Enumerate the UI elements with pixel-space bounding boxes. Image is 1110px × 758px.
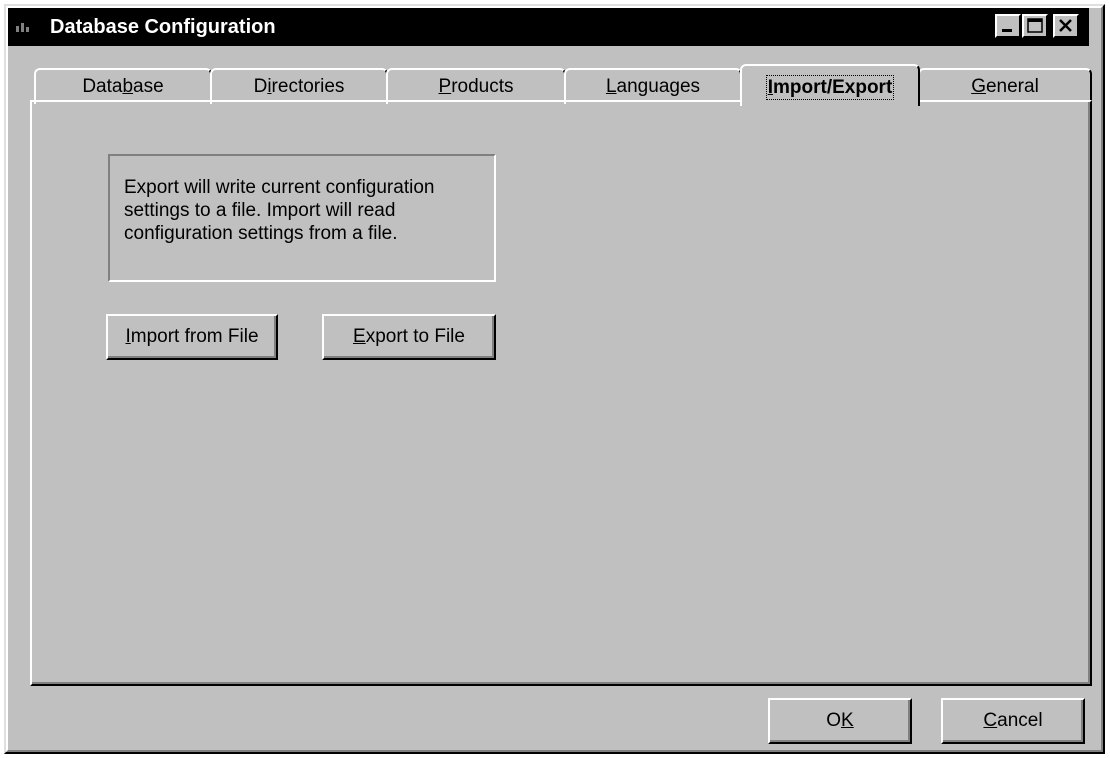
close-button[interactable] (1053, 14, 1079, 38)
tab-label: Languages (605, 76, 701, 97)
tab-products[interactable]: Products (386, 68, 566, 104)
tab-label: Directories (253, 76, 345, 97)
tab-directories[interactable]: Directories (210, 68, 388, 104)
app-icon (14, 18, 32, 36)
ok-label-pre: O (826, 710, 842, 731)
title-bar[interactable]: Database Configuration (8, 8, 1089, 46)
maximize-icon (1027, 18, 1043, 33)
cancel-mnemonic: C (983, 710, 998, 731)
tab-label: Products (438, 76, 514, 97)
tab-general[interactable]: General (918, 68, 1092, 104)
export-to-file-button[interactable]: Export to File (322, 314, 496, 360)
import-from-file-button[interactable]: Import from File (106, 314, 278, 360)
tab-languages[interactable]: Languages (564, 68, 742, 104)
cancel-label-post: ancel (997, 710, 1043, 731)
minimize-icon (1002, 29, 1012, 32)
maximize-button[interactable] (1022, 14, 1048, 38)
minimize-button[interactable] (995, 14, 1021, 38)
ok-mnemonic: K (841, 710, 854, 731)
tab-database[interactable]: Database (34, 68, 212, 104)
description-box: Export will write current configuration … (108, 154, 496, 282)
description-text: Export will write current configuration … (124, 177, 435, 244)
close-icon (1059, 19, 1072, 32)
tab-label: General (971, 76, 1039, 97)
export-mnemonic: E (353, 326, 366, 347)
window-title: Database Configuration (50, 16, 276, 38)
tab-import-export[interactable]: Import/Export (740, 64, 920, 106)
export-label: xport to File (365, 326, 465, 347)
tab-label: Import/Export (765, 75, 895, 100)
tab-label: Database (82, 76, 164, 97)
ok-button[interactable]: OK (768, 698, 912, 744)
import-label: mport from File (130, 326, 259, 347)
cancel-button[interactable]: Cancel (941, 698, 1085, 744)
